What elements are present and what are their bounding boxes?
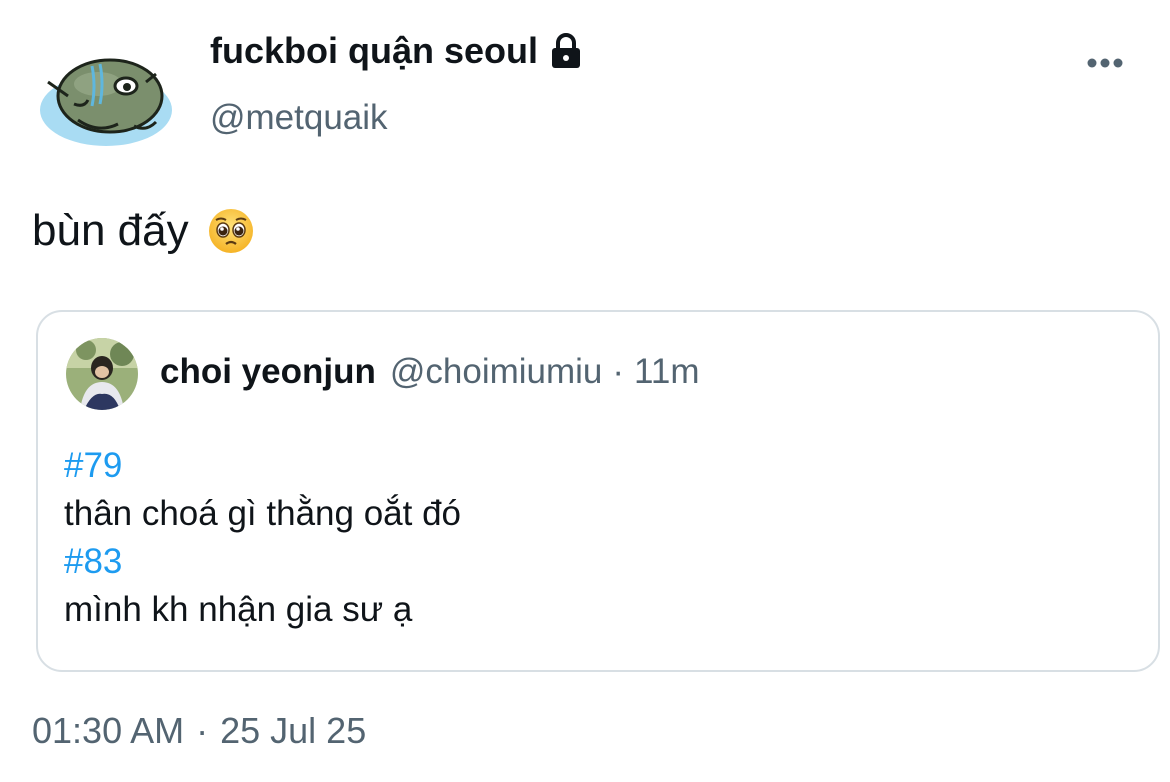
more-options-button[interactable] bbox=[1082, 48, 1128, 78]
author-display-name-text: fuckboi quận seoul bbox=[210, 30, 539, 71]
quote-text-line: thân choá gì thằng oắt đó bbox=[64, 494, 461, 533]
hashtag-link[interactable]: #79 bbox=[64, 442, 461, 490]
author-display-name[interactable]: fuckboi quận seoul bbox=[210, 30, 586, 72]
more-dots-icon bbox=[1087, 58, 1123, 68]
lock-icon bbox=[546, 31, 586, 71]
quote-text-line: mình kh nhận gia sư ạ bbox=[64, 590, 413, 629]
tweet-text: bùn đấy bbox=[32, 206, 189, 255]
timestamp-date: 25 Jul 25 bbox=[220, 710, 367, 751]
quoted-tweet-card[interactable]: choi yeonjun @choimiumiu · 11m #79 thân … bbox=[36, 310, 1160, 672]
quote-body: #79 thân choá gì thằng oắt đó #83 mình k… bbox=[64, 442, 461, 634]
quote-author-name[interactable]: choi yeonjun bbox=[160, 352, 376, 392]
tweet-timestamp[interactable]: 01:30 AM · 25 Jul 25 bbox=[32, 710, 366, 752]
author-handle[interactable]: @metquaik bbox=[210, 98, 388, 138]
timestamp-time: 01:30 AM bbox=[32, 710, 185, 751]
author-avatar[interactable] bbox=[38, 42, 178, 152]
quote-header: choi yeonjun @choimiumiu · 11m bbox=[160, 352, 700, 392]
quote-separator: · bbox=[612, 352, 625, 391]
hashtag-link[interactable]: #83 bbox=[64, 538, 461, 586]
seal-sticker-avatar-icon bbox=[40, 58, 172, 146]
quote-author-handle[interactable]: @choimiumiu bbox=[390, 352, 603, 392]
tweet-body: bùn đấy bbox=[32, 206, 255, 256]
quote-time[interactable]: 11m bbox=[634, 352, 700, 392]
quote-author-avatar[interactable] bbox=[66, 338, 138, 410]
timestamp-separator: · bbox=[196, 710, 209, 751]
person-photo-avatar-icon bbox=[66, 338, 138, 410]
pleading-face-emoji-icon bbox=[207, 207, 255, 255]
